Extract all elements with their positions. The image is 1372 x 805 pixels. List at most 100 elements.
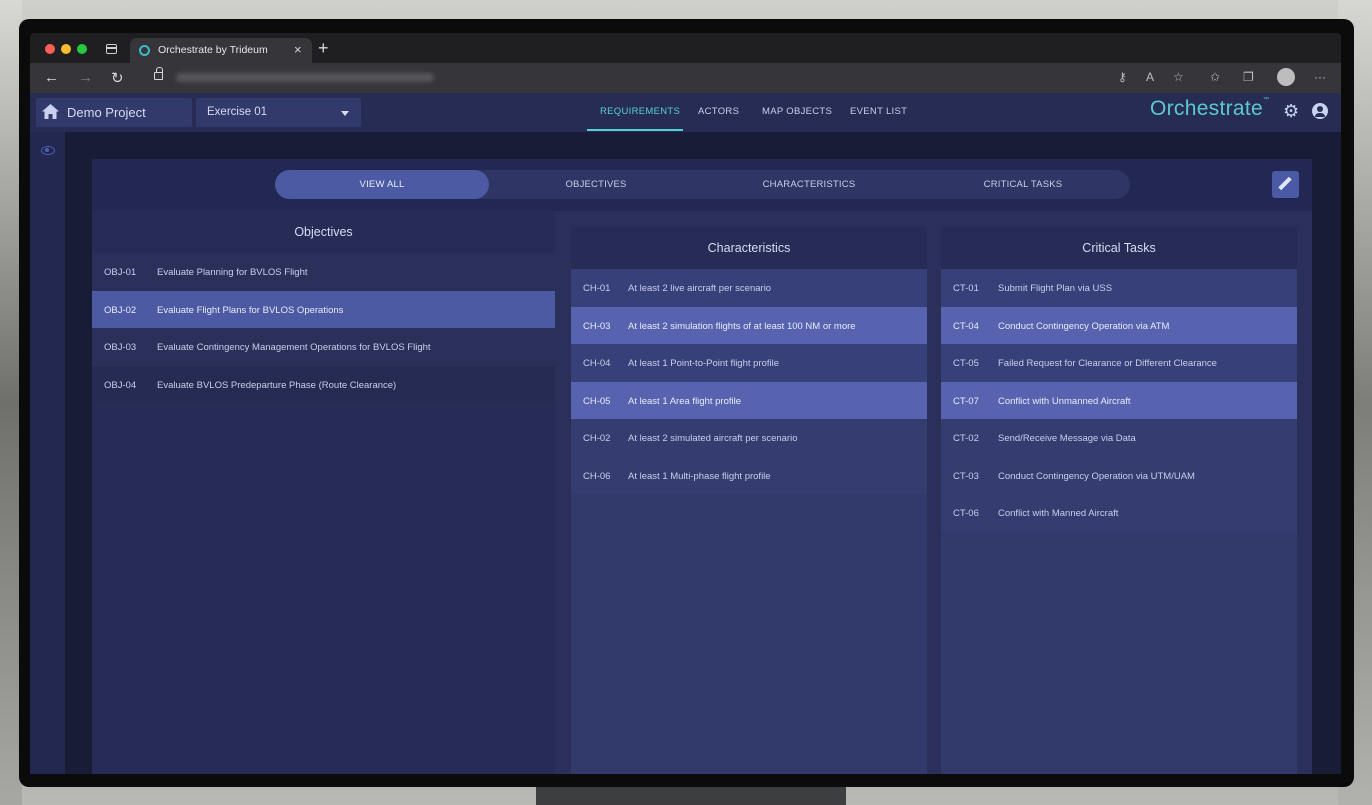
critical-task-label: Conflict with Manned Aircraft: [998, 508, 1119, 519]
profile-icon[interactable]: [1277, 68, 1295, 86]
critical-task-row[interactable]: CT-01 Submit Flight Plan via USS: [941, 269, 1297, 307]
tab-event-list[interactable]: EVENT LIST: [850, 106, 907, 117]
characteristic-row[interactable]: CH-05 At least 1 Area flight profile: [571, 381, 927, 419]
critical-task-code: CT-06: [953, 508, 979, 519]
critical-task-label: Conduct Contingency Operation via ATM: [998, 320, 1170, 332]
browser-tab[interactable]: Orchestrate by Trideum ×: [130, 38, 312, 63]
characteristic-label: At least 1 Multi-phase flight profile: [628, 470, 771, 482]
objective-label: Evaluate Planning for BVLOS Flight: [157, 267, 308, 278]
gear-icon[interactable]: ⚙: [1283, 102, 1299, 120]
project-selector[interactable]: Demo Project: [36, 98, 192, 127]
critical-task-row[interactable]: CT-07 Conflict with Unmanned Aircraft: [941, 381, 1297, 419]
objective-label: Evaluate BVLOS Predeparture Phase (Route…: [157, 379, 397, 391]
characteristics-card: Characteristics CH-01 At least 2 live ai…: [571, 227, 927, 774]
home-icon[interactable]: [42, 104, 59, 119]
objective-code: OBJ-04: [104, 379, 137, 391]
objective-row[interactable]: OBJ-04 Evaluate BVLOS Predeparture Phase…: [92, 365, 555, 403]
brand-tm: ™: [1263, 97, 1270, 103]
add-favorite-icon[interactable]: ☆: [1173, 70, 1184, 84]
critical-task-row[interactable]: CT-05 Failed Request for Clearance or Di…: [941, 344, 1297, 382]
objective-code: OBJ-01: [104, 267, 137, 278]
collections-icon[interactable]: ❐: [1243, 70, 1254, 84]
exercise-dropdown[interactable]: Exercise 01: [196, 98, 361, 127]
characteristic-code: CH-05: [583, 395, 611, 407]
tab-close-icon[interactable]: ×: [294, 42, 302, 57]
objectives-list: OBJ-01 Evaluate Planning for BVLOS Fligh…: [92, 253, 555, 403]
characteristic-row[interactable]: CH-06 At least 1 Multi-phase flight prof…: [571, 456, 927, 494]
screen: Orchestrate by Trideum × + ← → ↻ ⚷ A ☆ ✩…: [30, 33, 1341, 774]
critical-task-code: CT-07: [953, 395, 979, 407]
critical-task-row[interactable]: CT-06 Conflict with Manned Aircraft: [941, 494, 1297, 532]
back-icon[interactable]: ←: [44, 69, 59, 86]
filter-segmented-control: VIEW ALL OBJECTIVES CHARACTERISTICS CRIT…: [275, 170, 1130, 199]
characteristic-label: At least 2 live aircraft per scenario: [628, 283, 772, 294]
maximize-window-button[interactable]: [77, 44, 87, 54]
eye-icon[interactable]: [41, 146, 55, 155]
details-area: Characteristics CH-01 At least 2 live ai…: [555, 211, 1312, 774]
critical-task-label: Conduct Contingency Operation via UTM/UA…: [998, 470, 1195, 482]
objectives-title: Objectives: [294, 225, 353, 239]
characteristic-label: At least 1 Area flight profile: [628, 395, 742, 407]
tab-requirements[interactable]: REQUIREMENTS: [600, 106, 680, 117]
objectives-column: Objectives OBJ-01 Evaluate Planning for …: [92, 211, 555, 774]
favorites-icon[interactable]: ✩: [1210, 70, 1220, 84]
filter-characteristics[interactable]: CHARACTERISTICS: [702, 170, 916, 199]
key-icon[interactable]: ⚷: [1118, 70, 1127, 84]
pencil-icon: [1278, 176, 1292, 191]
objective-row[interactable]: OBJ-03 Evaluate Contingency Management O…: [92, 328, 555, 366]
objective-row[interactable]: OBJ-02 Evaluate Flight Plans for BVLOS O…: [92, 290, 555, 328]
critical-task-code: CT-05: [953, 358, 979, 369]
app-header: Demo Project Exercise 01 REQUIREMENTS AC…: [30, 93, 1341, 132]
tab-title: Orchestrate by Trideum: [158, 44, 268, 56]
url-field[interactable]: [176, 73, 434, 82]
characteristic-label: At least 2 simulation flights of at leas…: [628, 320, 856, 332]
address-bar: ← → ↻ ⚷ A ☆ ✩ ❐ ···: [30, 63, 1341, 93]
objective-label: Evaluate Contingency Management Operatio…: [157, 342, 431, 353]
characteristic-row[interactable]: CH-03 At least 2 simulation flights of a…: [571, 306, 927, 344]
characteristic-row[interactable]: CH-02 At least 2 simulated aircraft per …: [571, 419, 927, 457]
critical-task-label: Failed Request for Clearance or Differen…: [998, 358, 1217, 369]
objective-row[interactable]: OBJ-01 Evaluate Planning for BVLOS Fligh…: [92, 253, 555, 291]
reload-icon[interactable]: ↻: [111, 69, 124, 87]
chevron-down-icon: [341, 111, 349, 116]
critical-tasks-card: Critical Tasks CT-01 Submit Flight Plan …: [941, 227, 1297, 774]
more-icon[interactable]: ···: [1314, 70, 1326, 84]
critical-task-code: CT-04: [953, 320, 979, 332]
characteristic-code: CH-06: [583, 470, 611, 482]
objective-code: OBJ-03: [104, 342, 137, 353]
favicon-icon: [139, 45, 150, 56]
filter-critical-tasks[interactable]: CRITICAL TASKS: [916, 170, 1130, 199]
tab-actions-icon[interactable]: [106, 44, 117, 54]
characteristic-row[interactable]: CH-04 At least 1 Point-to-Point flight p…: [571, 344, 927, 382]
filter-objectives[interactable]: OBJECTIVES: [489, 170, 703, 199]
critical-task-row[interactable]: CT-04 Conduct Contingency Operation via …: [941, 306, 1297, 344]
new-tab-button[interactable]: +: [318, 38, 329, 59]
critical-task-code: CT-01: [953, 283, 979, 294]
characteristic-code: CH-01: [583, 283, 611, 294]
main-content: VIEW ALL OBJECTIVES CHARACTERISTICS CRIT…: [65, 132, 1341, 774]
characteristic-code: CH-04: [583, 358, 611, 369]
close-window-button[interactable]: [45, 44, 55, 54]
tab-actors[interactable]: ACTORS: [698, 106, 739, 117]
filter-view-all[interactable]: VIEW ALL: [275, 170, 489, 199]
brand-logo: Orchestrate™: [1150, 97, 1269, 121]
critical-task-code: CT-02: [953, 433, 979, 444]
critical-task-row[interactable]: CT-02 Send/Receive Message via Data: [941, 419, 1297, 457]
read-aloud-icon[interactable]: A: [1146, 70, 1154, 84]
critical-tasks-title: Critical Tasks: [941, 227, 1297, 269]
monitor-stand: [536, 784, 846, 805]
active-tab-underline: [587, 129, 683, 131]
edit-button[interactable]: [1272, 171, 1299, 198]
objective-label: Evaluate Flight Plans for BVLOS Operatio…: [157, 304, 344, 316]
critical-task-row[interactable]: CT-03 Conduct Contingency Operation via …: [941, 456, 1297, 494]
minimize-window-button[interactable]: [61, 44, 71, 54]
characteristic-code: CH-03: [583, 320, 611, 332]
tab-map-objects[interactable]: MAP OBJECTS: [762, 106, 832, 117]
requirements-panel: VIEW ALL OBJECTIVES CHARACTERISTICS CRIT…: [92, 159, 1312, 774]
user-icon[interactable]: [1312, 103, 1328, 119]
critical-task-label: Conflict with Unmanned Aircraft: [998, 395, 1131, 407]
lock-icon: [154, 67, 163, 80]
forward-icon[interactable]: →: [78, 69, 93, 86]
project-name: Demo Project: [67, 105, 146, 120]
characteristic-row[interactable]: CH-01 At least 2 live aircraft per scena…: [571, 269, 927, 307]
